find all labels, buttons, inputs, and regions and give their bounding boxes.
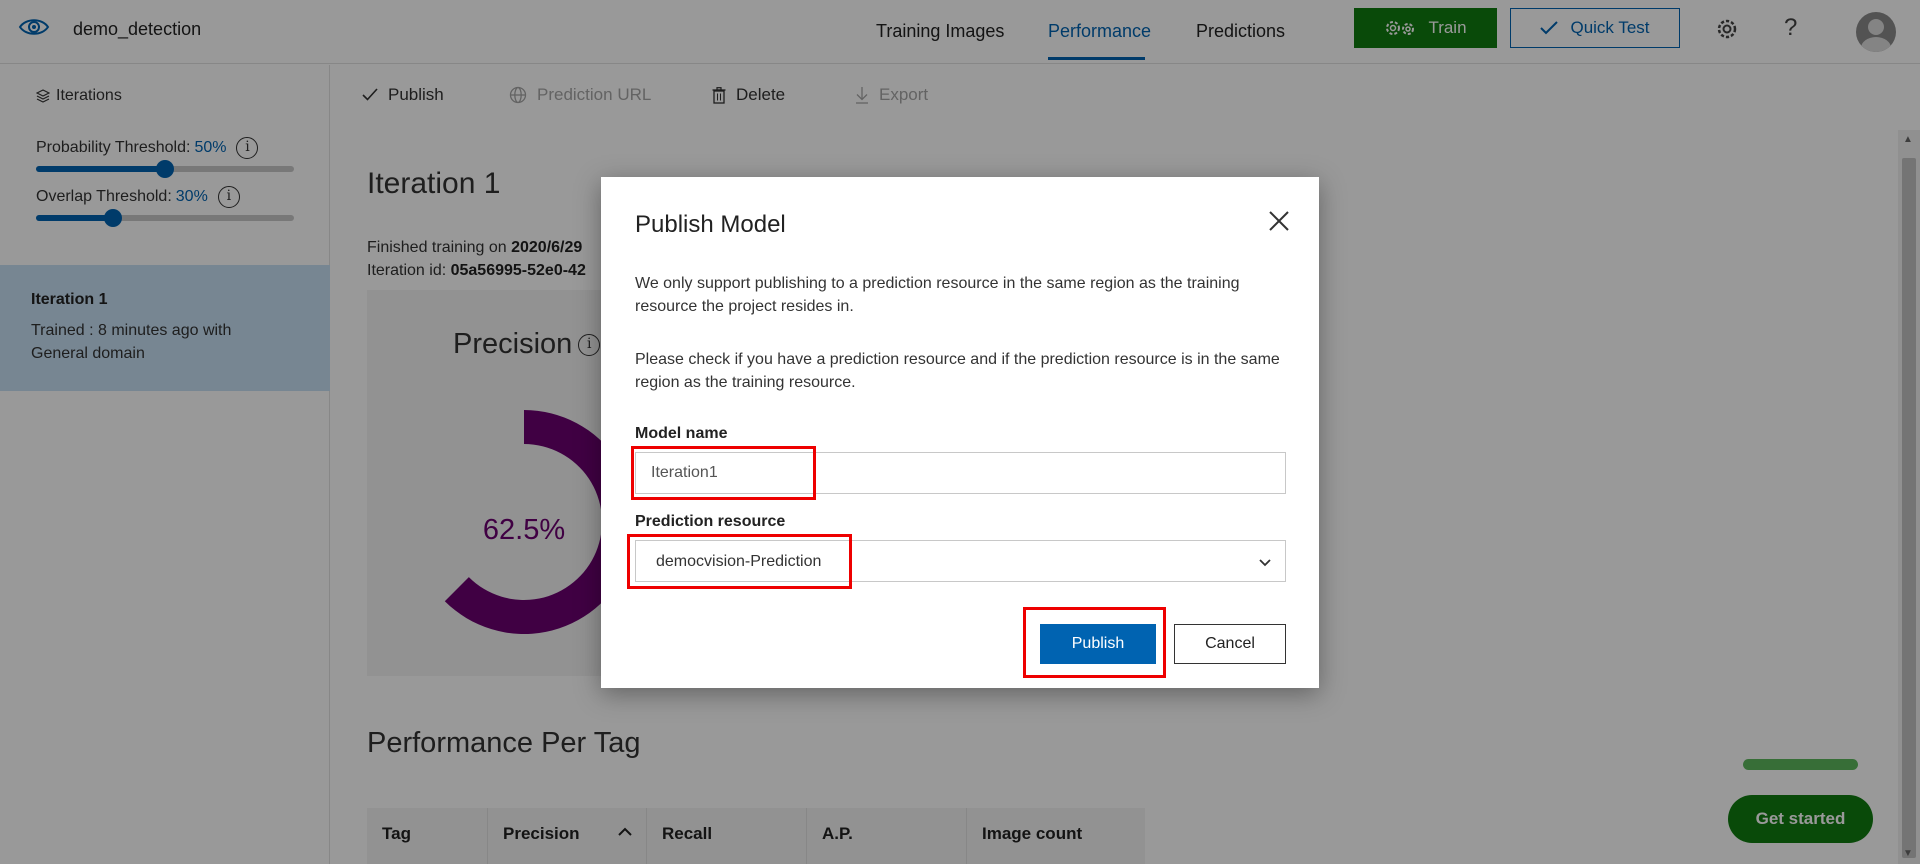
- highlight-box: [627, 534, 852, 589]
- dialog-paragraph-check: Please check if you have a prediction re…: [635, 351, 1280, 391]
- cancel-button[interactable]: Cancel: [1174, 624, 1286, 664]
- highlight-box: [631, 446, 816, 500]
- model-name-label: Model name: [635, 425, 728, 442]
- publish-model-dialog: Publish Model We only support publishing…: [601, 177, 1319, 688]
- close-icon[interactable]: [1265, 207, 1293, 235]
- dialog-paragraph-region: We only support publishing to a predicti…: [635, 275, 1240, 315]
- highlight-box: [1023, 607, 1166, 678]
- dialog-title: Publish Model: [635, 211, 786, 238]
- prediction-resource-label: Prediction resource: [635, 513, 786, 530]
- chevron-down-icon[interactable]: [1257, 554, 1273, 570]
